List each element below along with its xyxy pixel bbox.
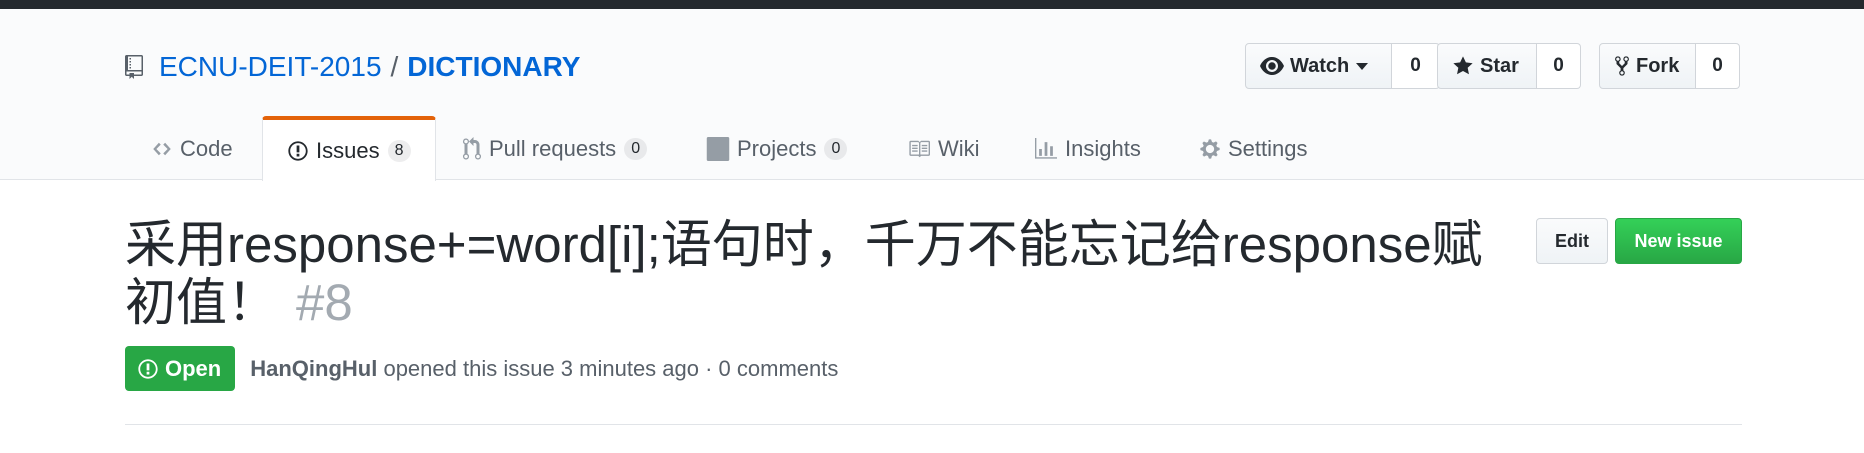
issue-opened-icon [288,140,308,161]
tab-pull-requests[interactable]: Pull requests 0 [462,116,648,181]
star-button[interactable]: Star [1437,43,1537,89]
watch-group: Watch 0 [1245,43,1440,89]
issue-opened-icon [138,358,158,379]
watch-button[interactable]: Watch [1245,43,1392,89]
issues-count-badge: 8 [387,139,411,162]
fork-button[interactable]: Fork [1599,43,1696,89]
star-group: Star 0 [1437,43,1581,89]
fork-group: Fork 0 [1599,43,1740,89]
tab-insights[interactable]: Insights [1034,116,1141,181]
repo-name-link[interactable]: DICTIONARY [407,51,580,83]
projects-count-badge: 0 [824,137,848,160]
author-link[interactable]: HanQingHul [250,356,377,381]
pulls-count-badge: 0 [624,137,648,160]
repo-owner-link[interactable]: ECNU-DEIT-2015 [159,51,382,83]
issue-meta-text: HanQingHul opened this issue 3 minutes a… [250,356,838,382]
divider [125,424,1742,425]
top-bar [0,0,1864,9]
fork-label: Fork [1636,54,1680,77]
star-label: Star [1480,54,1519,77]
new-issue-button[interactable]: New issue [1615,218,1742,264]
repo-title: ECNU-DEIT-2015 / DICTIONARY [125,47,580,87]
eye-icon [1260,57,1284,75]
tab-code-label: Code [180,135,233,161]
code-icon [153,142,171,155]
chevron-down-icon [1356,62,1369,70]
git-pull-request-icon [463,136,481,160]
tab-projects-label: Projects [737,135,817,161]
tab-issues[interactable]: Issues 8 [262,116,436,181]
watch-count[interactable]: 0 [1392,43,1440,89]
tab-wiki[interactable]: Wiki [907,116,980,181]
tab-settings-label: Settings [1228,135,1308,161]
status-label: Open [165,355,222,381]
repo-icon [125,54,149,80]
issue-number: #8 [296,274,353,331]
repo-nav: Code Issues 8 Pull requests 0 Projects 0… [0,116,1864,181]
tab-wiki-label: Wiki [938,135,980,161]
graph-icon [1035,137,1057,159]
tab-issues-label: Issues [316,137,380,163]
star-icon [1453,56,1473,75]
repo-separator: / [390,51,399,82]
tab-settings[interactable]: Settings [1199,116,1308,181]
fork-count[interactable]: 0 [1696,43,1740,89]
book-icon [909,140,930,157]
gear-icon [1200,138,1220,159]
repo-header: ECNU-DEIT-2015 / DICTIONARY Watch 0 Star… [0,9,1864,181]
tab-pull-requests-label: Pull requests [489,135,617,161]
project-icon [706,136,730,161]
status-badge: Open [125,346,236,391]
star-count[interactable]: 0 [1537,43,1581,89]
fork-icon [1615,56,1629,76]
tab-code[interactable]: Code [151,116,233,181]
edit-button[interactable]: Edit [1536,218,1608,264]
tab-insights-label: Insights [1065,135,1141,161]
issue-title: 采用response+=word[i];语句时，千万不能忘记给response赋… [125,216,1505,332]
tab-projects[interactable]: Projects 0 [706,116,848,181]
watch-label: Watch [1290,54,1350,77]
issue-meta-detail: opened this issue 3 minutes ago · 0 comm… [377,355,839,381]
issue-meta: Open HanQingHul opened this issue 3 minu… [125,346,838,391]
